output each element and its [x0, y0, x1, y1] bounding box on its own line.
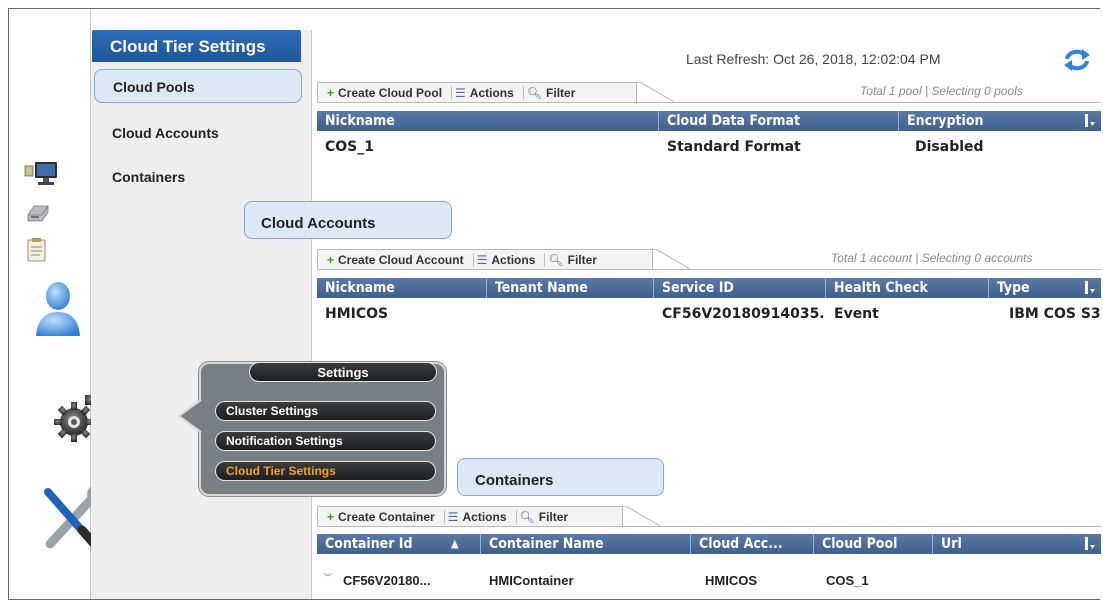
cloud-accounts-section-label: Cloud Accounts: [244, 201, 452, 239]
container-account-cell: HMICOS: [705, 572, 757, 588]
plus-icon: +: [327, 252, 335, 267]
containers-table-header: Container Id ▲ Container Name Cloud Acc.…: [317, 534, 1101, 554]
pools-table-header: Nickname Cloud Data Format Encryption: [317, 111, 1101, 131]
pools-actions-button[interactable]: ☰ Actions: [452, 85, 524, 100]
actions-label: Actions: [462, 509, 507, 524]
settings-popup-title: Settings: [249, 362, 437, 382]
actions-label: Actions: [491, 252, 536, 267]
search-icon: 🔍︎: [526, 85, 543, 100]
column-header-url[interactable]: Url: [933, 534, 1101, 554]
pool-format-cell: Standard Format: [667, 139, 801, 155]
table-row[interactable]: COS_1 Standard Format Disabled: [317, 135, 1101, 159]
nav-title: Cloud Tier Settings: [92, 30, 301, 62]
menu-item-notification-settings[interactable]: Notification Settings: [215, 431, 436, 451]
column-header-encryption[interactable]: Encryption: [899, 111, 1101, 131]
containers-toolbar: + Create Container ☰ Actions 🔍︎ Filter: [317, 506, 623, 526]
search-icon: 🔍︎: [519, 509, 535, 524]
column-header-nickname[interactable]: Nickname: [317, 111, 659, 131]
type-header-label: Type: [997, 280, 1030, 296]
menu-item-cloud-tier-settings[interactable]: Cloud Tier Settings: [215, 461, 436, 481]
monitor-icon[interactable]: [23, 160, 63, 188]
container-pool-cell: COS_1: [826, 572, 869, 588]
clipboard-icon[interactable]: [26, 237, 48, 263]
containers-actions-button[interactable]: ☰ Actions: [445, 509, 517, 524]
pool-encryption-cell: Disabled: [915, 139, 984, 155]
menu-item-cluster-settings[interactable]: Cluster Settings: [215, 401, 436, 421]
accounts-summary: Total 1 account | Selecting 0 accounts: [831, 251, 1033, 265]
filter-label: Filter: [546, 85, 576, 100]
nav-item-cloud-accounts[interactable]: Cloud Accounts: [94, 116, 302, 150]
containers-toolbar-border: [317, 526, 1101, 527]
toolbar-tab-edge: [622, 506, 661, 527]
column-header-container-id[interactable]: Container Id ▲: [317, 534, 481, 554]
expand-row-icon[interactable]: ⊕: [323, 573, 333, 579]
containers-filter-button[interactable]: 🔍︎ Filter: [517, 510, 578, 524]
create-cloud-account-label: Create Cloud Account: [338, 252, 464, 267]
search-icon: 🔍︎: [548, 252, 564, 267]
popup-pointer: [177, 399, 202, 433]
column-header-service-id[interactable]: Service ID: [654, 278, 826, 298]
nav-item-cloud-pools[interactable]: Cloud Pools: [94, 69, 302, 103]
filter-label: Filter: [538, 509, 569, 524]
column-header-tenant-name[interactable]: Tenant Name: [487, 278, 654, 298]
container-id-cell: ⊕ CF56V20180...: [317, 573, 481, 588]
column-chooser-icon[interactable]: [1085, 281, 1095, 294]
drive-icon[interactable]: [25, 203, 51, 223]
pools-filter-button[interactable]: 🔍︎ Filter: [524, 86, 585, 100]
column-header-cloud-data-format[interactable]: Cloud Data Format: [659, 111, 899, 131]
container-id-value: CF56V20180...: [343, 572, 431, 588]
accounts-toolbar: + Create Cloud Account ☰ Actions 🔍︎ Filter: [317, 249, 653, 269]
column-header-cloud-account[interactable]: Cloud Acc...: [691, 534, 814, 554]
container-id-header-label: Container Id: [325, 536, 413, 552]
sort-ascending-icon: ▲: [451, 537, 459, 550]
toolbar-tab-edge: [636, 82, 675, 103]
refresh-icon[interactable]: [1063, 48, 1091, 72]
accounts-actions-button[interactable]: ☰ Actions: [474, 252, 546, 267]
column-header-type[interactable]: Type: [989, 278, 1101, 298]
encryption-header-label: Encryption: [907, 113, 984, 129]
account-health-check-cell: Event: [834, 306, 879, 322]
list-icon: ☰: [455, 85, 466, 100]
accounts-table-header: Nickname Tenant Name Service ID Health C…: [317, 278, 1101, 298]
pools-toolbar-border: [317, 102, 1101, 103]
account-type-cell: IBM COS S3: [1009, 306, 1101, 322]
pools-summary: Total 1 pool | Selecting 0 pools: [860, 84, 1023, 98]
plus-icon: +: [327, 85, 335, 100]
column-header-nickname[interactable]: Nickname: [317, 278, 487, 298]
column-header-cloud-pool[interactable]: Cloud Pool: [814, 534, 933, 554]
list-icon: ☰: [447, 509, 459, 524]
nav-item-containers[interactable]: Containers: [94, 160, 302, 194]
url-header-label: Url: [941, 536, 962, 552]
filter-label: Filter: [567, 252, 597, 267]
actions-label: Actions: [469, 85, 514, 100]
create-cloud-account-button[interactable]: + Create Cloud Account: [324, 252, 474, 267]
column-header-health-check[interactable]: Health Check: [826, 278, 989, 298]
pool-nickname-cell: COS_1: [325, 139, 374, 155]
accounts-toolbar-border: [317, 269, 1101, 270]
column-chooser-icon[interactable]: [1085, 537, 1095, 550]
column-chooser-icon[interactable]: [1085, 114, 1095, 127]
list-icon: ☰: [476, 252, 488, 267]
plus-icon: +: [327, 509, 335, 524]
table-row[interactable]: HMICOS CF56V20180914035... Event IBM COS…: [317, 302, 1101, 326]
create-cloud-pool-label: Create Cloud Pool: [338, 85, 443, 100]
last-refresh-text: Last Refresh: Oct 26, 2018, 12:02:04 PM: [686, 51, 941, 67]
create-container-button[interactable]: + Create Container: [324, 509, 445, 524]
create-container-label: Create Container: [338, 509, 435, 524]
container-name-cell: HMIContainer: [489, 572, 574, 588]
pools-toolbar: + Create Cloud Pool ☰ Actions 🔍︎ Filter: [317, 82, 637, 102]
create-cloud-pool-button[interactable]: + Create Cloud Pool: [324, 85, 453, 100]
user-icon[interactable]: [33, 278, 83, 340]
column-header-container-name[interactable]: Container Name: [481, 534, 691, 554]
account-nickname-cell: HMICOS: [325, 306, 389, 322]
toolbar-tab-edge: [652, 249, 691, 270]
containers-section-label: Containers: [457, 458, 664, 496]
accounts-filter-button[interactable]: 🔍︎ Filter: [545, 253, 606, 267]
account-service-id-cell: CF56V20180914035...: [662, 306, 826, 322]
table-row[interactable]: ⊕ CF56V20180... HMIContainer HMICOS COS_…: [317, 568, 1101, 592]
